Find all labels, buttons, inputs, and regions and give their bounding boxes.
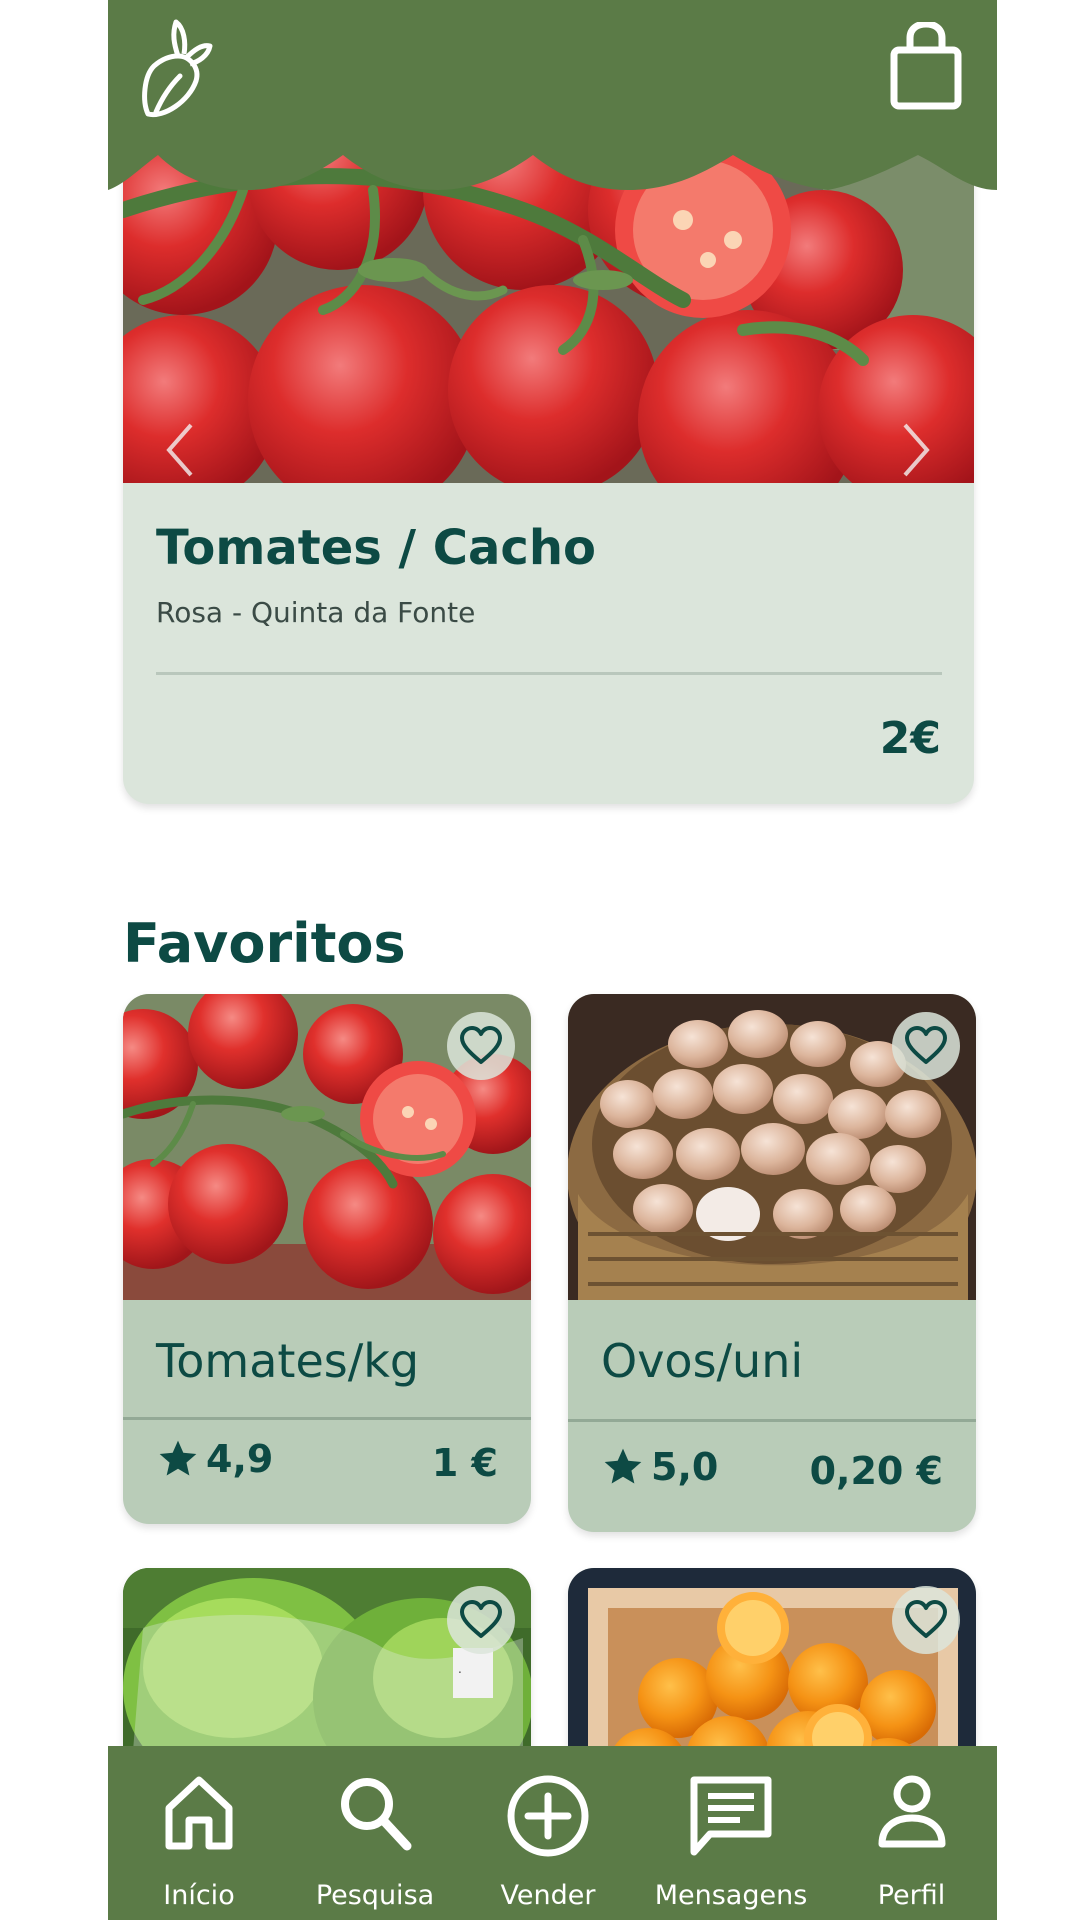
nav-item-mensagens[interactable]: Mensagens bbox=[636, 1746, 826, 1920]
nav-label: Início bbox=[163, 1880, 235, 1911]
heart-icon bbox=[460, 1600, 502, 1638]
favorite-product-card[interactable]: Ovos/uni 5,0 0,20 € bbox=[568, 994, 976, 1532]
favorite-toggle[interactable] bbox=[447, 1586, 515, 1654]
product-name: Ovos/uni bbox=[601, 1334, 804, 1388]
header-background bbox=[108, 0, 997, 190]
nav-label: Vender bbox=[500, 1880, 596, 1911]
favorite-toggle[interactable] bbox=[447, 1012, 515, 1080]
nav-label: Perfil bbox=[877, 1880, 946, 1911]
nav-item-perfil[interactable]: Perfil bbox=[826, 1746, 997, 1920]
nav-label: Mensagens bbox=[654, 1880, 808, 1911]
svg-text:.: . bbox=[458, 1662, 462, 1676]
app-header bbox=[108, 0, 997, 190]
chevron-right-icon[interactable] bbox=[895, 420, 935, 480]
featured-product-card[interactable]: Tomates / Cacho Rosa - Quinta da Fonte 2… bbox=[123, 150, 974, 804]
app-screen: Tomates / Cacho Rosa - Quinta da Fonte 2… bbox=[108, 0, 997, 1920]
product-rating: 4,9 bbox=[156, 1437, 273, 1481]
product-name: Tomates/kg bbox=[156, 1334, 420, 1388]
heart-icon bbox=[460, 1026, 502, 1064]
nav-item-pesquisa[interactable]: Pesquisa bbox=[290, 1746, 460, 1920]
favorites-section-title: Favoritos bbox=[123, 912, 406, 975]
shopping-bag-icon[interactable] bbox=[890, 22, 962, 110]
favorite-toggle[interactable] bbox=[892, 1012, 960, 1080]
divider bbox=[568, 1419, 976, 1422]
product-rating: 5,0 bbox=[601, 1445, 718, 1489]
nav-item-inicio[interactable]: Início bbox=[108, 1746, 290, 1920]
bottom-navigation: Início Pesquisa Vender Mensagens Perfil bbox=[108, 1746, 997, 1920]
featured-product-image bbox=[123, 150, 974, 483]
favorite-product-card[interactable]: Tomates/kg 4,9 1 € bbox=[123, 994, 531, 1524]
search-icon bbox=[341, 1778, 412, 1851]
divider bbox=[156, 672, 942, 675]
star-icon bbox=[159, 1440, 197, 1476]
chevron-left-icon[interactable] bbox=[161, 420, 201, 480]
product-price: 0,20 € bbox=[809, 1449, 943, 1493]
divider bbox=[123, 1417, 531, 1420]
heart-icon bbox=[905, 1600, 947, 1638]
nav-label: Pesquisa bbox=[315, 1880, 435, 1911]
person-icon bbox=[878, 1775, 945, 1848]
message-icon bbox=[690, 1776, 772, 1856]
favorite-toggle[interactable] bbox=[892, 1586, 960, 1654]
rating-value: 5,0 bbox=[651, 1445, 719, 1489]
featured-product-price: 2€ bbox=[879, 713, 941, 764]
star-icon bbox=[604, 1448, 642, 1484]
plus-circle-icon bbox=[507, 1775, 589, 1857]
heart-icon bbox=[905, 1026, 947, 1064]
nav-item-vender[interactable]: Vender bbox=[460, 1746, 636, 1920]
featured-product-seller: Rosa - Quinta da Fonte bbox=[156, 596, 476, 629]
product-price: 1 € bbox=[431, 1441, 498, 1485]
featured-product-title: Tomates / Cacho bbox=[156, 520, 596, 576]
beet-sprout-icon[interactable] bbox=[134, 16, 214, 120]
home-icon bbox=[165, 1776, 233, 1850]
rating-value: 4,9 bbox=[206, 1437, 274, 1481]
